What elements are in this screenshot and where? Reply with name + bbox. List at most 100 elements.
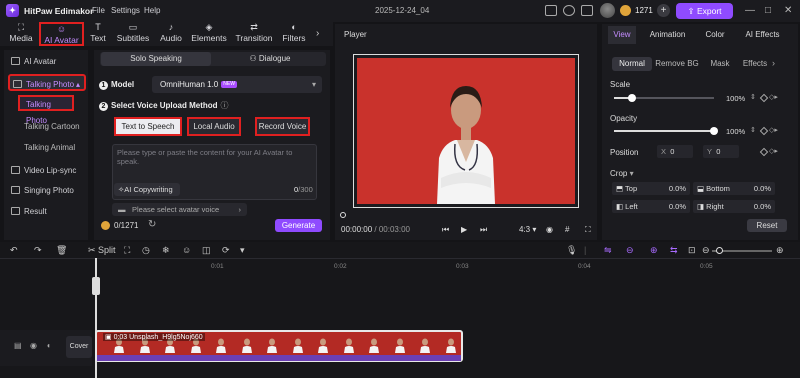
- auto-ripple-icon[interactable]: ⊕: [650, 245, 658, 256]
- tool-subtitles[interactable]: ▭ Subtitles: [114, 22, 152, 46]
- record-voice-button[interactable]: Record Voice: [255, 117, 310, 136]
- keyframe-nav-icon[interactable]: ◇▸: [769, 93, 778, 101]
- minimize-icon[interactable]: —: [745, 5, 755, 16]
- notification-icon[interactable]: [581, 5, 593, 16]
- sub-talking-photo[interactable]: Talking Photo: [18, 95, 74, 125]
- keyframe-nav-icon[interactable]: ◇▸: [769, 147, 778, 155]
- magnet-icon[interactable]: ⇋: [604, 245, 612, 256]
- nav-singing-photo[interactable]: Singing Photo: [8, 182, 86, 199]
- cover-button[interactable]: Cover: [66, 336, 92, 358]
- playhead-handle[interactable]: [92, 277, 100, 295]
- nav-video-lip-sync[interactable]: Video Lip-sync: [8, 162, 86, 179]
- screen-icon[interactable]: [545, 5, 557, 16]
- tool-audio[interactable]: ♪ Audio: [156, 22, 186, 46]
- next-frame-icon[interactable]: ⏭: [480, 225, 487, 235]
- mirror-icon[interactable]: ◫: [202, 245, 211, 256]
- playhead-knob[interactable]: [340, 212, 346, 218]
- sub-talking-animal[interactable]: Talking Animal: [18, 140, 84, 156]
- subtab-effects[interactable]: Effects: [740, 57, 770, 71]
- refresh-icon[interactable]: ↻: [148, 219, 156, 230]
- model-select[interactable]: OmniHuman 1.0 NEW ▾: [152, 76, 322, 93]
- track-lock-icon[interactable]: ▤: [14, 341, 22, 350]
- nav-ai-avatar[interactable]: AI Avatar: [8, 53, 86, 70]
- tool-filters[interactable]: ◐ Filters: [280, 22, 308, 46]
- zoom-knob[interactable]: [716, 247, 723, 254]
- nav-talking-photo[interactable]: Talking Photo ▴: [8, 74, 86, 91]
- subtab-mask[interactable]: Mask: [705, 57, 735, 71]
- zoom-out-icon[interactable]: ⊖: [702, 245, 710, 256]
- chevron-down-icon[interactable]: ▾: [630, 169, 634, 178]
- rotate-icon[interactable]: ⟳: [222, 245, 230, 256]
- position-y-input[interactable]: Y 0: [703, 145, 739, 158]
- generate-button[interactable]: Generate: [275, 219, 322, 232]
- speed-icon[interactable]: ◷: [142, 245, 150, 256]
- link-icon[interactable]: ⊖: [626, 245, 634, 256]
- split-button[interactable]: ✂ Split: [88, 245, 116, 256]
- menu-file[interactable]: File: [92, 6, 105, 15]
- play-icon[interactable]: ▶: [461, 225, 467, 234]
- close-icon[interactable]: ✕: [784, 5, 792, 16]
- opacity-slider[interactable]: [614, 130, 714, 132]
- nav-result[interactable]: Result: [8, 203, 86, 220]
- tool-elements[interactable]: ◈ Elements: [190, 22, 228, 46]
- prev-frame-icon[interactable]: ⏮: [442, 225, 449, 235]
- scale-value[interactable]: 100%: [726, 94, 745, 103]
- fullscreen-icon[interactable]: ⛶: [585, 225, 591, 235]
- sub-talking-cartoon[interactable]: Talking Cartoon: [18, 119, 84, 135]
- text-to-speech-button[interactable]: Text to Speech: [114, 117, 182, 136]
- more-icon[interactable]: ▾: [240, 245, 245, 256]
- zoom-in-icon[interactable]: ⊕: [776, 245, 784, 256]
- avatar-voice-select[interactable]: ▬ Please select avatar voice ›: [112, 203, 247, 216]
- microphone-icon[interactable]: 🎙: [566, 245, 577, 256]
- opacity-value[interactable]: 100%: [726, 127, 745, 136]
- keyframe-nav-icon[interactable]: ◇▸: [769, 126, 778, 134]
- position-x-input[interactable]: X 0: [657, 145, 693, 158]
- opacity-knob[interactable]: [710, 127, 718, 135]
- crop-left-input[interactable]: ◧ Left 0.0%: [612, 200, 690, 213]
- user-avatar[interactable]: [600, 3, 615, 18]
- tool-transition[interactable]: ⇄ Transition: [235, 22, 273, 46]
- freeze-icon[interactable]: ❄: [162, 245, 170, 256]
- menu-help[interactable]: Help: [144, 6, 160, 15]
- ai-copywriting-button[interactable]: ✧AI Copywriting: [114, 183, 180, 196]
- crop-right-input[interactable]: ◨ Right 0.0%: [693, 200, 775, 213]
- tab-dialogue[interactable]: ⚇ Dialogue: [215, 52, 325, 66]
- avatar-tool-icon[interactable]: ☺: [182, 245, 191, 255]
- export-button[interactable]: ⇪ Export: [676, 3, 733, 19]
- preview-quality-icon[interactable]: ⇆: [670, 245, 678, 256]
- redo-icon[interactable]: ↷: [34, 245, 42, 256]
- info-icon[interactable]: ⓘ: [221, 101, 229, 110]
- tool-ai-avatar[interactable]: ☺ AI Avatar: [39, 22, 84, 46]
- tab-animation[interactable]: Animation: [645, 26, 690, 44]
- grid-icon[interactable]: #: [565, 225, 569, 234]
- tab-solo-speaking[interactable]: Solo Speaking: [101, 52, 211, 66]
- snapshot-icon[interactable]: ◉: [546, 225, 553, 234]
- reset-button[interactable]: Reset: [747, 219, 787, 232]
- subtab-normal[interactable]: Normal: [612, 57, 652, 71]
- menu-settings[interactable]: Settings: [111, 6, 140, 15]
- tab-ai-effects[interactable]: AI Effects: [740, 26, 785, 44]
- stepper-icon[interactable]: ⇕: [750, 93, 756, 101]
- tool-text[interactable]: T Text: [86, 22, 110, 46]
- maximize-icon[interactable]: □: [765, 5, 771, 16]
- stepper-icon[interactable]: ⇕: [750, 126, 756, 134]
- track-visibility-icon[interactable]: ◉: [30, 341, 37, 350]
- crop-tool-icon[interactable]: ⛶: [124, 245, 130, 256]
- subtab-remove-bg[interactable]: Remove BG: [654, 57, 700, 71]
- chevron-right-icon[interactable]: ›: [772, 58, 775, 68]
- crop-bottom-input[interactable]: ⬓ Bottom 0.0%: [693, 182, 775, 195]
- scale-knob[interactable]: [628, 94, 636, 102]
- aspect-ratio-select[interactable]: 4:3 ▾: [519, 225, 536, 234]
- tab-view[interactable]: View: [608, 26, 636, 44]
- crop-top-input[interactable]: ⬒ Top 0.0%: [612, 182, 690, 195]
- chevron-right-icon[interactable]: ›: [316, 28, 319, 39]
- tool-media[interactable]: ⛶ Media: [6, 22, 36, 46]
- undo-icon[interactable]: ↶: [10, 245, 18, 256]
- local-audio-button[interactable]: Local Audio: [187, 117, 241, 136]
- add-credits-button[interactable]: +: [657, 4, 670, 17]
- help-icon[interactable]: [563, 5, 575, 16]
- tab-color[interactable]: Color: [700, 26, 730, 44]
- video-preview[interactable]: [357, 58, 575, 204]
- delete-icon[interactable]: 🗑: [56, 245, 67, 256]
- fit-icon[interactable]: ⊡: [688, 245, 696, 256]
